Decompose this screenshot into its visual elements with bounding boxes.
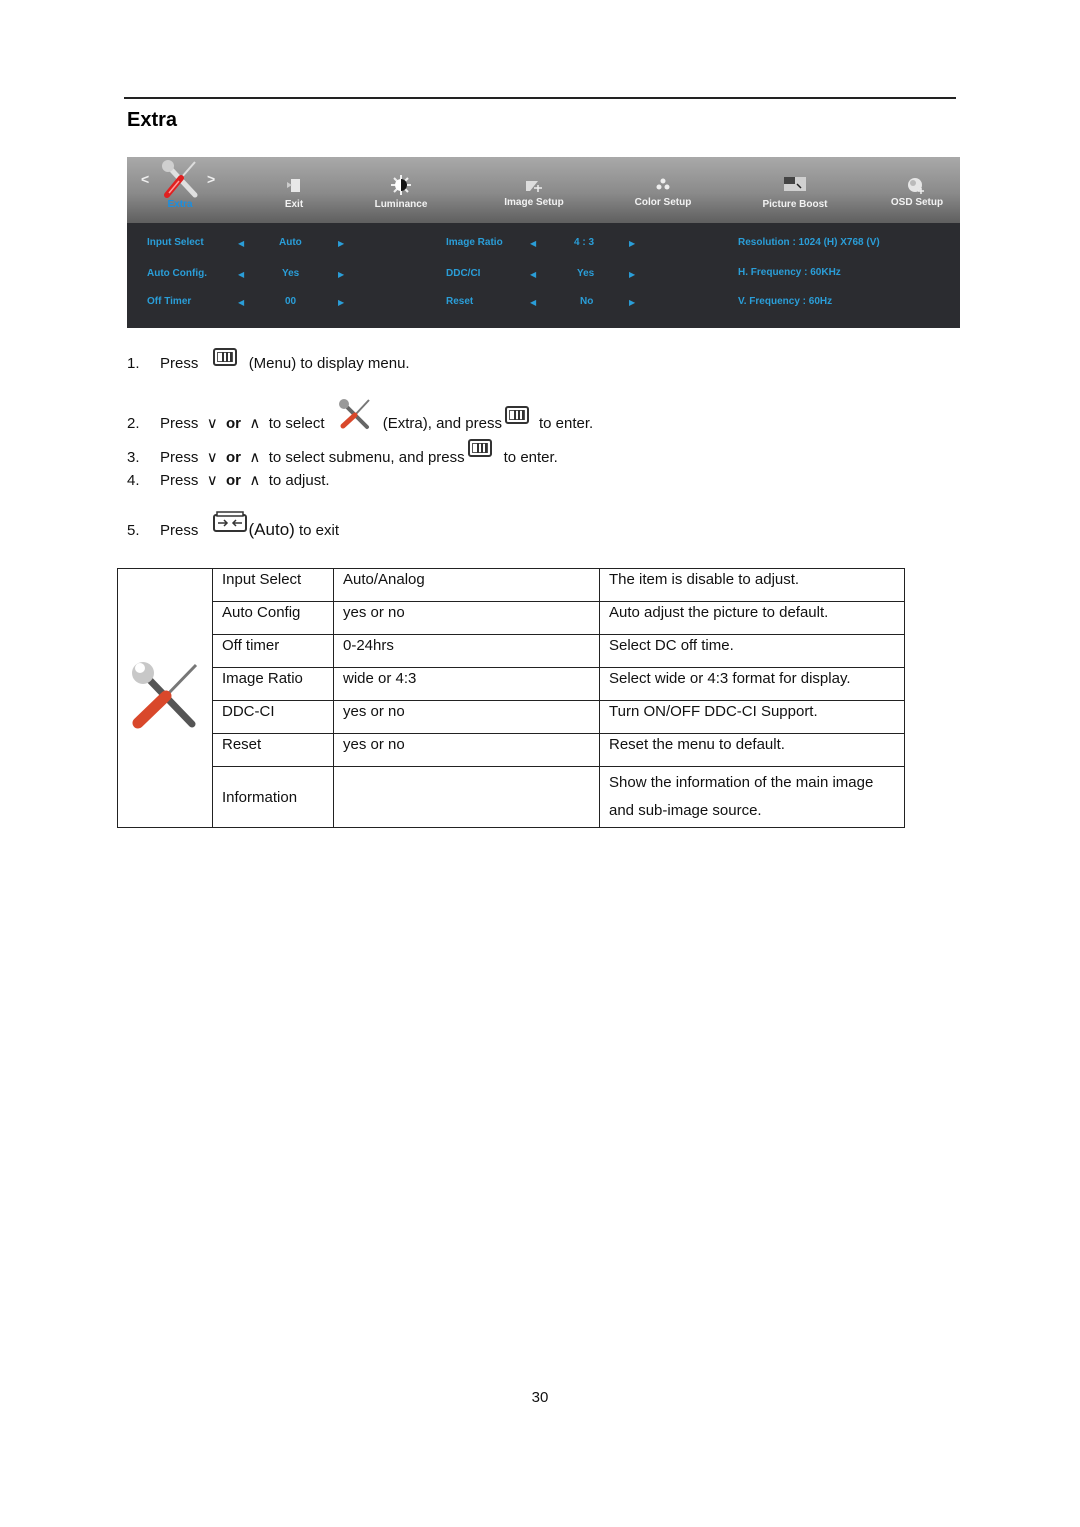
osd-tab-label: Image Setup — [504, 197, 564, 208]
osd-value-input-select: Auto — [279, 237, 302, 248]
osd-value-auto-config: Yes — [282, 268, 300, 279]
osd-tab-extra[interactable]: Extra — [149, 157, 211, 223]
image-setup-icon — [524, 177, 544, 198]
step-5: 5. Press (Auto) to exit — [127, 511, 339, 540]
table-row: Reset yes or no Reset the menu to defaul… — [118, 733, 905, 767]
auto-button-icon — [212, 511, 247, 537]
osd-value-ddc-ci: Yes — [577, 268, 595, 279]
up-arrow-icon: ∧ — [249, 472, 261, 489]
tools-icon — [159, 159, 201, 204]
osd-value-reset: No — [580, 296, 594, 307]
osd-tab-label: Color Setup — [634, 197, 692, 208]
tools-icon — [337, 398, 373, 434]
down-arrow-icon: ∨ — [206, 415, 218, 432]
color-dots-icon — [655, 177, 671, 196]
osd-arrow-right-icon[interactable]: ▶ — [629, 298, 635, 307]
osd-value-image-ratio: 4 : 3 — [574, 237, 595, 248]
osd-label-off-timer[interactable]: Off Timer — [147, 296, 191, 307]
page-number: 30 — [531, 1389, 549, 1406]
osd-value-off-timer: 00 — [285, 296, 297, 307]
table-row: Auto Config yes or no Auto adjust the pi… — [118, 601, 905, 635]
osd-tab-picture-boost[interactable]: Picture Boost — [751, 157, 839, 223]
up-arrow-icon: ∧ — [249, 415, 261, 432]
osd-menu-screenshot: < > Extra Exit Luminance Image Setup Col… — [127, 157, 960, 328]
osd-arrow-left-icon[interactable]: ◀ — [238, 239, 244, 248]
step-3: 3. Press ∨ or ∧ to select submenu, and pr… — [127, 439, 558, 466]
osd-tab-luminance[interactable]: Luminance — [363, 157, 439, 223]
menu-button-icon — [212, 348, 237, 366]
down-arrow-icon: ∨ — [206, 472, 218, 489]
up-arrow-icon: ∧ — [249, 449, 261, 466]
osd-tab-image-setup[interactable]: Image Setup — [493, 157, 575, 223]
osd-tab-label: Luminance — [374, 199, 428, 210]
exit-icon — [286, 177, 302, 198]
osd-label-auto-config[interactable]: Auto Config. — [147, 268, 207, 279]
osd-arrow-left-icon[interactable]: ◀ — [238, 298, 244, 307]
osd-arrow-right-icon[interactable]: ▶ — [338, 239, 344, 248]
osd-arrow-left-icon[interactable]: ◀ — [238, 270, 244, 279]
header-rule — [124, 97, 956, 99]
extra-settings-table: Input Select Auto/Analog The item is dis… — [117, 568, 905, 828]
osd-arrow-left-icon[interactable]: ◀ — [530, 270, 536, 279]
osd-arrow-right-icon[interactable]: ▶ — [338, 298, 344, 307]
brightness-icon — [390, 174, 412, 201]
down-arrow-icon: ∨ — [206, 449, 218, 466]
osd-tab-label: Picture Boost — [762, 199, 828, 210]
osd-label-image-ratio[interactable]: Image Ratio — [446, 237, 503, 248]
section-title: Extra — [127, 109, 178, 131]
step-4: 4. Press ∨ or ∧ to adjust. — [127, 472, 330, 489]
osd-tab-label: OSD Setup — [890, 197, 944, 208]
osd-label-ddc-ci[interactable]: DDC/CI — [446, 268, 480, 279]
osd-tab-osd-setup[interactable]: OSD Setup — [882, 157, 952, 223]
osd-arrow-right-icon[interactable]: ▶ — [629, 270, 635, 279]
menu-button-icon — [504, 406, 529, 424]
osd-tab-exit[interactable]: Exit — [264, 157, 324, 223]
osd-arrow-right-icon[interactable]: ▶ — [338, 270, 344, 279]
osd-arrow-left-icon[interactable]: ◀ — [530, 298, 536, 307]
osd-arrow-right-icon[interactable]: ▶ — [629, 239, 635, 248]
osd-settings-panel: Input Select ◀ Auto ▶ Auto Config. ◀ Yes… — [127, 223, 960, 328]
osd-tab-label: Exit — [284, 199, 304, 210]
osd-label-input-select[interactable]: Input Select — [147, 237, 204, 248]
table-row: Input Select Auto/Analog The item is dis… — [117, 568, 905, 828]
osd-info-resolution: Resolution : 1024 (H) X768 (V) — [738, 237, 880, 248]
osd-tab-bar: < > Extra Exit Luminance Image Setup Col… — [127, 157, 960, 223]
osd-label-reset[interactable]: Reset — [446, 296, 473, 307]
picture-boost-icon — [784, 177, 806, 196]
osd-prev-icon[interactable]: < — [141, 171, 149, 187]
osd-info-h-frequency: H. Frequency : 60KHz — [738, 267, 841, 278]
osd-tab-label: Extra — [167, 199, 193, 210]
table-icon-cell — [117, 568, 213, 828]
table-row: DDC-CI yes or no Turn ON/OFF DDC-CI Supp… — [118, 700, 905, 734]
osd-arrow-left-icon[interactable]: ◀ — [530, 239, 536, 248]
step-1: 1. Press (Menu) to display menu. — [127, 348, 410, 372]
osd-tab-color-setup[interactable]: Color Setup — [624, 157, 702, 223]
menu-button-icon — [467, 439, 492, 457]
table-row: Information Show the information of the … — [118, 766, 905, 828]
osd-info-v-frequency: V. Frequency : 60Hz — [738, 296, 833, 307]
tools-icon — [128, 662, 202, 736]
table-row: Image Ratio wide or 4:3 Select wide or 4… — [118, 667, 905, 701]
table-row: Off timer 0-24hrs Select DC off time. — [118, 634, 905, 668]
step-2: 2. Press ∨ or ∧ to select (Extra), and pr… — [127, 398, 593, 434]
